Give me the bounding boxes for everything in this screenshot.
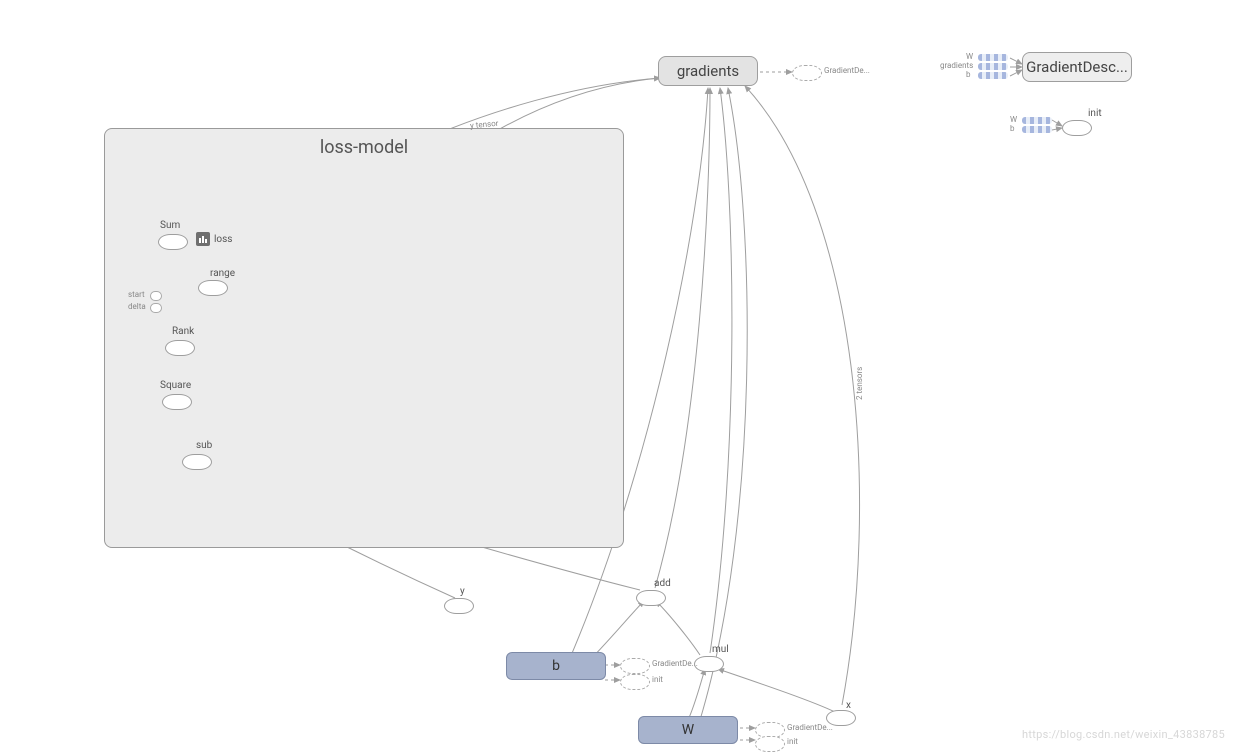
node-range[interactable] xyxy=(198,280,228,296)
scope-loss-model[interactable]: loss-model xyxy=(104,128,624,548)
b-ref-gd xyxy=(620,658,650,674)
add-label: add xyxy=(654,578,671,589)
edge-annot-tensors: 2 tensors xyxy=(855,367,864,400)
node-gradient-descent[interactable]: GradientDesc... xyxy=(1022,52,1132,82)
scope-title: loss-model xyxy=(105,137,623,158)
summary-loss[interactable]: loss xyxy=(196,232,232,246)
node-w-label: W xyxy=(682,722,694,738)
legend-strip-w xyxy=(978,54,1008,61)
node-delta[interactable] xyxy=(150,303,162,313)
node-rank[interactable] xyxy=(165,340,195,356)
b-ref-init xyxy=(620,674,650,690)
legend-gradients-label: gradients xyxy=(940,61,973,70)
loss-label: loss xyxy=(214,234,232,245)
node-init[interactable] xyxy=(1062,120,1092,136)
bar-chart-icon xyxy=(196,232,210,246)
legend-strip-gradients xyxy=(978,63,1008,70)
mul-label: mul xyxy=(712,644,729,655)
node-y[interactable] xyxy=(444,598,474,614)
graph-canvas[interactable]: loss-model gradients GradientDe... W gra… xyxy=(0,0,1235,745)
square-label: Square xyxy=(160,380,191,391)
legend-w-label: W xyxy=(966,52,973,61)
gradients-output-ref xyxy=(792,65,822,81)
legend-init-b: b xyxy=(1010,124,1015,133)
b-ref-init-label: init xyxy=(652,675,663,684)
b-ref-gd-label: GradientDe... xyxy=(652,659,698,668)
legend-init-w: W xyxy=(1010,115,1017,124)
sub-label: sub xyxy=(196,440,212,451)
node-gradient-descent-label: GradientDesc... xyxy=(1026,58,1128,76)
w-ref-init xyxy=(755,736,785,752)
node-sub[interactable] xyxy=(182,454,212,470)
legend-init-strip-w xyxy=(1022,117,1052,124)
node-gradients[interactable]: gradients xyxy=(658,56,758,86)
node-start[interactable] xyxy=(150,291,162,301)
range-label: range xyxy=(210,268,235,279)
rank-label: Rank xyxy=(172,326,194,337)
node-square[interactable] xyxy=(162,394,192,410)
legend-strip-b xyxy=(978,72,1008,79)
gradients-output-label: GradientDe... xyxy=(824,66,870,75)
node-b-label: b xyxy=(552,658,560,674)
start-label: start xyxy=(128,290,145,299)
node-sum[interactable] xyxy=(158,234,188,250)
node-gradients-label: gradients xyxy=(677,62,739,80)
delta-label: delta xyxy=(128,302,146,311)
y-label: y xyxy=(460,586,465,597)
node-init-label: init xyxy=(1088,108,1102,119)
sum-label: Sum xyxy=(160,220,180,231)
legend-init-strip-b xyxy=(1022,126,1052,133)
node-w[interactable]: W xyxy=(638,716,738,744)
w-ref-gd-label: GradientDe... xyxy=(787,723,833,732)
legend-b-label: b xyxy=(966,70,971,79)
node-mul[interactable] xyxy=(694,656,724,672)
watermark: https://blog.csdn.net/weixin_43838785 xyxy=(1022,728,1225,741)
node-b[interactable]: b xyxy=(506,652,606,680)
node-add[interactable] xyxy=(636,590,666,606)
